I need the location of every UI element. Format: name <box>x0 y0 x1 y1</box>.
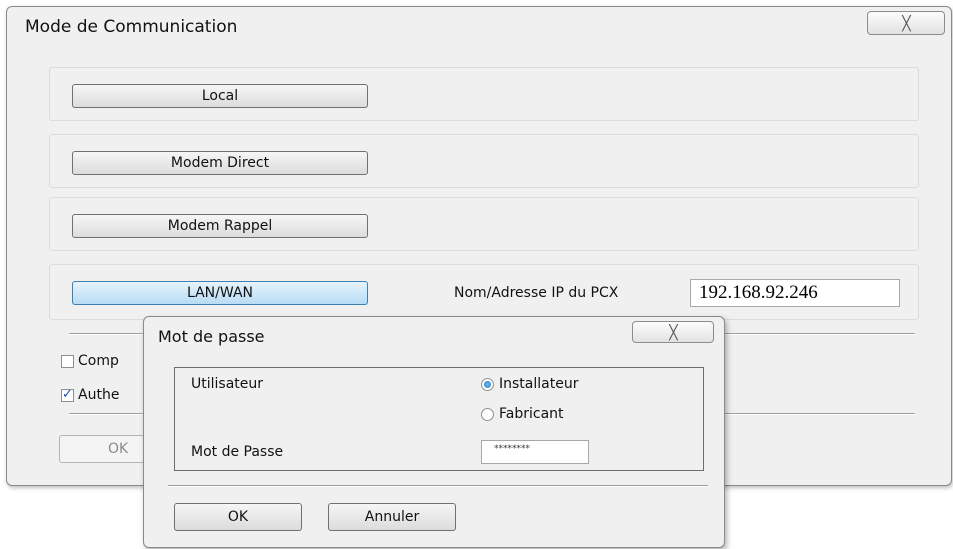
authentication-checkbox-row[interactable]: Authe <box>61 387 119 403</box>
password-dialog-title: Mot de passe <box>158 327 265 346</box>
ip-address-label: Nom/Adresse IP du PCX <box>454 285 619 301</box>
authentication-label: Authe <box>78 387 120 403</box>
cancel-button[interactable]: Annuler <box>328 503 456 531</box>
local-group: Local <box>49 67 919 121</box>
installateur-radio[interactable] <box>481 377 494 391</box>
fabricant-label: Fabricant <box>499 406 564 422</box>
compression-label: Comp <box>78 353 119 369</box>
local-button[interactable]: Local <box>72 84 368 108</box>
close-icon: ╳ <box>669 323 678 340</box>
password-ok-button[interactable]: OK <box>174 503 302 531</box>
fabricant-radio[interactable] <box>481 407 494 421</box>
dialog-title: Mode de Communication <box>25 17 238 37</box>
modem-direct-group: Modem Direct <box>49 134 919 188</box>
lan-wan-group: LAN/WAN Nom/Adresse IP du PCX 192.168.92… <box>49 264 919 320</box>
credentials-group: Utilisateur Installateur Fabricant Mot d… <box>174 367 704 471</box>
compression-checkbox[interactable] <box>61 354 74 368</box>
separator <box>168 485 708 487</box>
password-label: Mot de Passe <box>191 444 284 460</box>
close-icon: ╳ <box>902 14 911 31</box>
password-dialog: Mot de passe ╳ Utilisateur Installateur … <box>143 316 725 548</box>
modem-rappel-button[interactable]: Modem Rappel <box>72 214 368 238</box>
authentication-checkbox[interactable] <box>61 387 74 402</box>
installateur-option[interactable]: Installateur <box>481 376 578 392</box>
password-close-button[interactable]: ╳ <box>632 321 714 343</box>
ip-address-input[interactable]: 192.168.92.246 <box>690 279 900 307</box>
lan-wan-button[interactable]: LAN/WAN <box>72 281 368 305</box>
user-label: Utilisateur <box>191 376 264 392</box>
ok-button[interactable]: OK <box>59 435 155 463</box>
modem-rappel-group: Modem Rappel <box>49 197 919 251</box>
fabricant-option[interactable]: Fabricant <box>481 406 564 422</box>
installateur-label: Installateur <box>499 376 579 392</box>
modem-direct-button[interactable]: Modem Direct <box>72 151 368 175</box>
close-button[interactable]: ╳ <box>867 11 945 35</box>
password-input[interactable]: ******** <box>481 440 589 464</box>
compression-checkbox-row[interactable]: Comp <box>61 353 119 369</box>
